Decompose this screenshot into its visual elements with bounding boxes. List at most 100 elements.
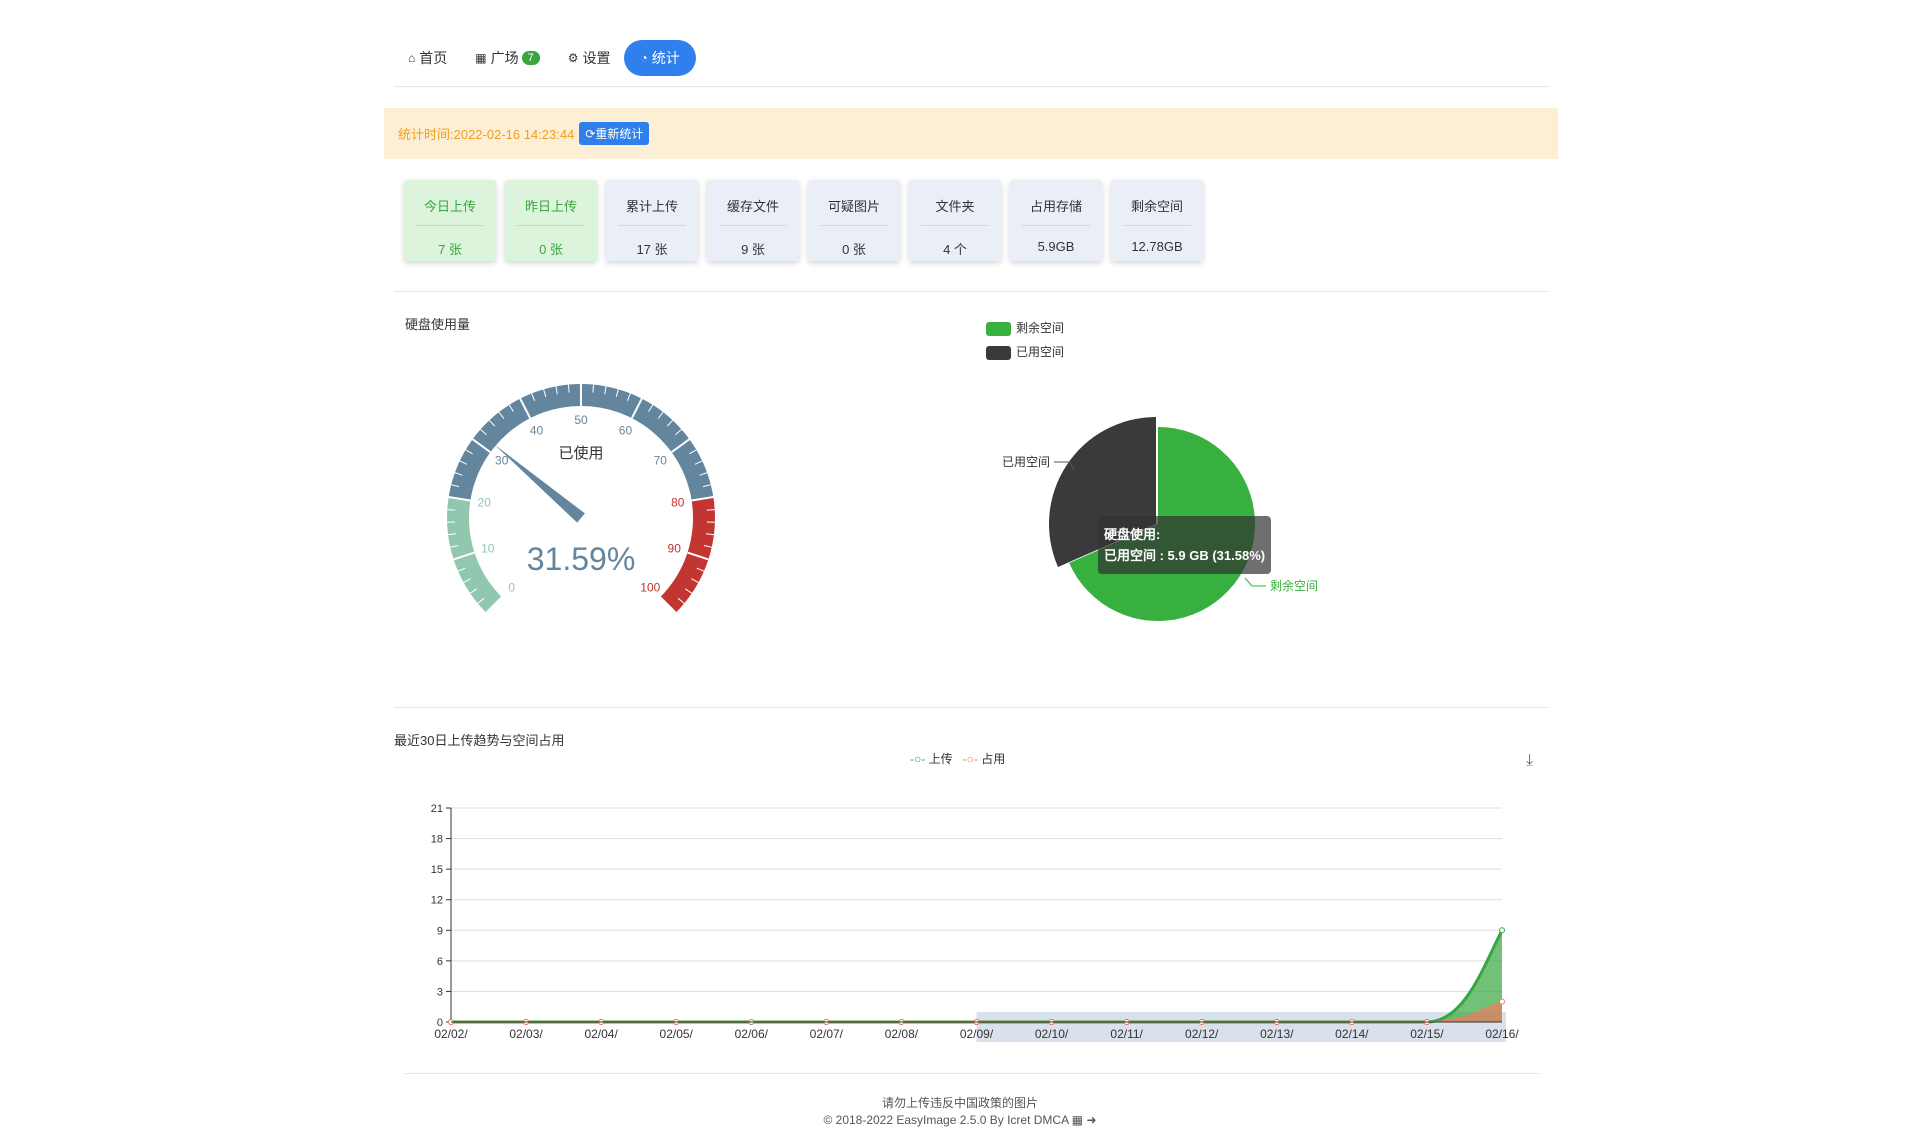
y-tick-label: 6: [437, 956, 443, 968]
line-marker-icon: -○-: [910, 752, 926, 766]
card-title: 缓存文件: [719, 180, 787, 226]
legend-item-free[interactable]: 剩余空间: [986, 316, 1064, 340]
logout-icon[interactable]: ➜: [1086, 1113, 1096, 1127]
series-line: [450, 929, 1504, 1024]
divider: [394, 291, 1549, 292]
gauge-tick-label: 70: [654, 453, 668, 467]
card-value: 0 张: [842, 242, 866, 257]
card-value: 7 张: [438, 242, 462, 257]
gauge-tick: [447, 509, 456, 511]
trend-title: 最近30日上传趋势与空间占用: [394, 733, 565, 748]
nav-label: 首页: [419, 50, 448, 66]
gauge-tick: [706, 509, 715, 511]
legend-item-used[interactable]: 已用空间: [986, 340, 1064, 364]
legend-label: 剩余空间: [1016, 321, 1065, 335]
x-tick-label: 02/03/: [509, 1027, 543, 1041]
stat-cards: 今日上传 7 张 昨日上传 0 张 累计上传 17 张 缓存文件 9 张 可疑图片 0 张 文件夹 4…: [404, 180, 1203, 261]
nav-home[interactable]: ⌂ 首页: [394, 40, 461, 76]
y-tick-label: 18: [431, 834, 443, 846]
y-tick-label: 9: [437, 925, 443, 937]
gauge-tick-label: 80: [671, 496, 685, 510]
grid-icon: ▦: [475, 51, 487, 65]
card-title: 今日上传: [416, 180, 484, 226]
card-value: 5.9GB: [1037, 239, 1075, 254]
tooltip-title: 硬盘使用:: [1104, 527, 1161, 542]
gauge-tick-label: 40: [530, 424, 544, 438]
legend-item-upload[interactable]: -○- 上传: [910, 750, 953, 767]
x-tick-label: 02/06/: [735, 1027, 769, 1041]
pie-label-used: 已用空间: [1002, 455, 1050, 469]
card-title: 昨日上传: [517, 180, 585, 226]
pie-chart-icon: ◔: [640, 51, 648, 65]
gauge-tick-label: 0: [508, 580, 515, 594]
card-title: 占用存储: [1022, 180, 1090, 226]
card-title: 剩余空间: [1123, 180, 1191, 226]
x-tick-label: 02/05/: [660, 1027, 694, 1041]
nav-label: 统计: [651, 50, 680, 66]
divider: [394, 86, 1549, 87]
x-tick-label: 02/04/: [584, 1027, 618, 1041]
series-area: [451, 930, 1502, 1022]
home-icon: ⌂: [408, 51, 416, 65]
trend-chart: 03691215182102/02/02/03/02/04/02/05/02/0…: [431, 803, 1519, 1042]
card-title: 可疑图片: [820, 180, 888, 226]
stat-card: 可疑图片 0 张: [808, 180, 900, 261]
data-point: [1499, 927, 1505, 934]
card-value: 12.78GB: [1131, 239, 1183, 254]
pie-legend: 剩余空间 已用空间: [986, 316, 1064, 364]
y-tick-label: 15: [431, 864, 443, 876]
stat-card: 缓存文件 9 张: [707, 180, 799, 261]
x-tick-label: 02/14/: [1335, 1027, 1369, 1041]
legend-item-usage[interactable]: -○- 占用: [963, 750, 1006, 767]
x-tick-label: 02/12/: [1185, 1027, 1219, 1041]
card-value: 17 张: [636, 242, 668, 257]
divider: [394, 707, 1549, 708]
gauge-tick-label: 10: [481, 541, 495, 555]
disk-title: 硬盘使用量: [405, 317, 471, 332]
gears-icon: ⚙: [567, 51, 579, 65]
nav-label: 广场: [490, 50, 519, 66]
stat-card: 文件夹 4 个: [909, 180, 1001, 261]
x-tick-label: 02/16/: [1485, 1027, 1519, 1041]
gauge-tick-label: 60: [619, 424, 633, 438]
download-icon[interactable]: ⤓: [1526, 752, 1533, 770]
legend-label: 已用空间: [1016, 345, 1065, 359]
card-title: 文件夹: [921, 180, 989, 226]
nav-label: 设置: [582, 50, 611, 66]
stat-card: 剩余空间 12.78GB: [1111, 180, 1203, 261]
footer-copyright: © 2018-2022 EasyImage 2.5.0 By Icret DMC…: [0, 1113, 1920, 1127]
refresh-icon: ⟳: [585, 127, 596, 141]
nav-square[interactable]: ▦ 广场 7: [461, 40, 553, 76]
recount-label: 重新统计: [595, 127, 644, 141]
top-nav: ⌂ 首页 ▦ 广场 7 ⚙ 设置 ◔ 统计: [394, 40, 696, 76]
x-tick-label: 02/11/: [1110, 1027, 1143, 1041]
card-value: 9 张: [741, 242, 765, 257]
line-marker-icon: -○-: [962, 752, 978, 766]
stat-card: 占用存储 5.9GB: [1010, 180, 1102, 261]
data-point: [1499, 998, 1505, 1005]
gauge-title: 已使用: [558, 445, 603, 462]
y-tick-label: 12: [431, 895, 443, 907]
label-line: [1244, 577, 1266, 587]
legend-swatch: [986, 321, 1011, 336]
qrcode-icon[interactable]: ▦: [1072, 1113, 1083, 1127]
stat-card: 累计上传 17 张: [606, 180, 698, 261]
y-tick-label: 3: [437, 986, 443, 998]
recount-button[interactable]: ⟳重新统计: [579, 122, 650, 145]
trend-legend: -○- 上传 -○- 占用: [910, 750, 1005, 767]
stats-time-alert: 统计时间:2022-02-16 14:23:44 ⟳重新统计: [384, 108, 1558, 159]
x-tick-label: 02/08/: [885, 1027, 919, 1041]
x-tick-label: 02/07/: [810, 1027, 844, 1041]
stat-card: 今日上传 7 张: [404, 180, 496, 261]
x-tick-label: 02/09/: [960, 1027, 994, 1041]
gauge-tick-label: 20: [478, 496, 492, 510]
legend-label: 上传: [928, 752, 953, 766]
x-tick-label: 02/10/: [1035, 1027, 1069, 1041]
nav-stats[interactable]: ◔ 统计: [624, 40, 696, 76]
card-value: 4 个: [943, 242, 967, 257]
card-title: 累计上传: [618, 180, 686, 226]
copyright-text: © 2018-2022 EasyImage 2.5.0 By Icret DMC…: [823, 1113, 1069, 1127]
pie-tooltip: 硬盘使用: 已用空间 : 5.9 GB (31.58%): [1098, 516, 1272, 574]
nav-settings[interactable]: ⚙ 设置: [554, 40, 625, 76]
x-tick-label: 02/13/: [1260, 1027, 1294, 1041]
